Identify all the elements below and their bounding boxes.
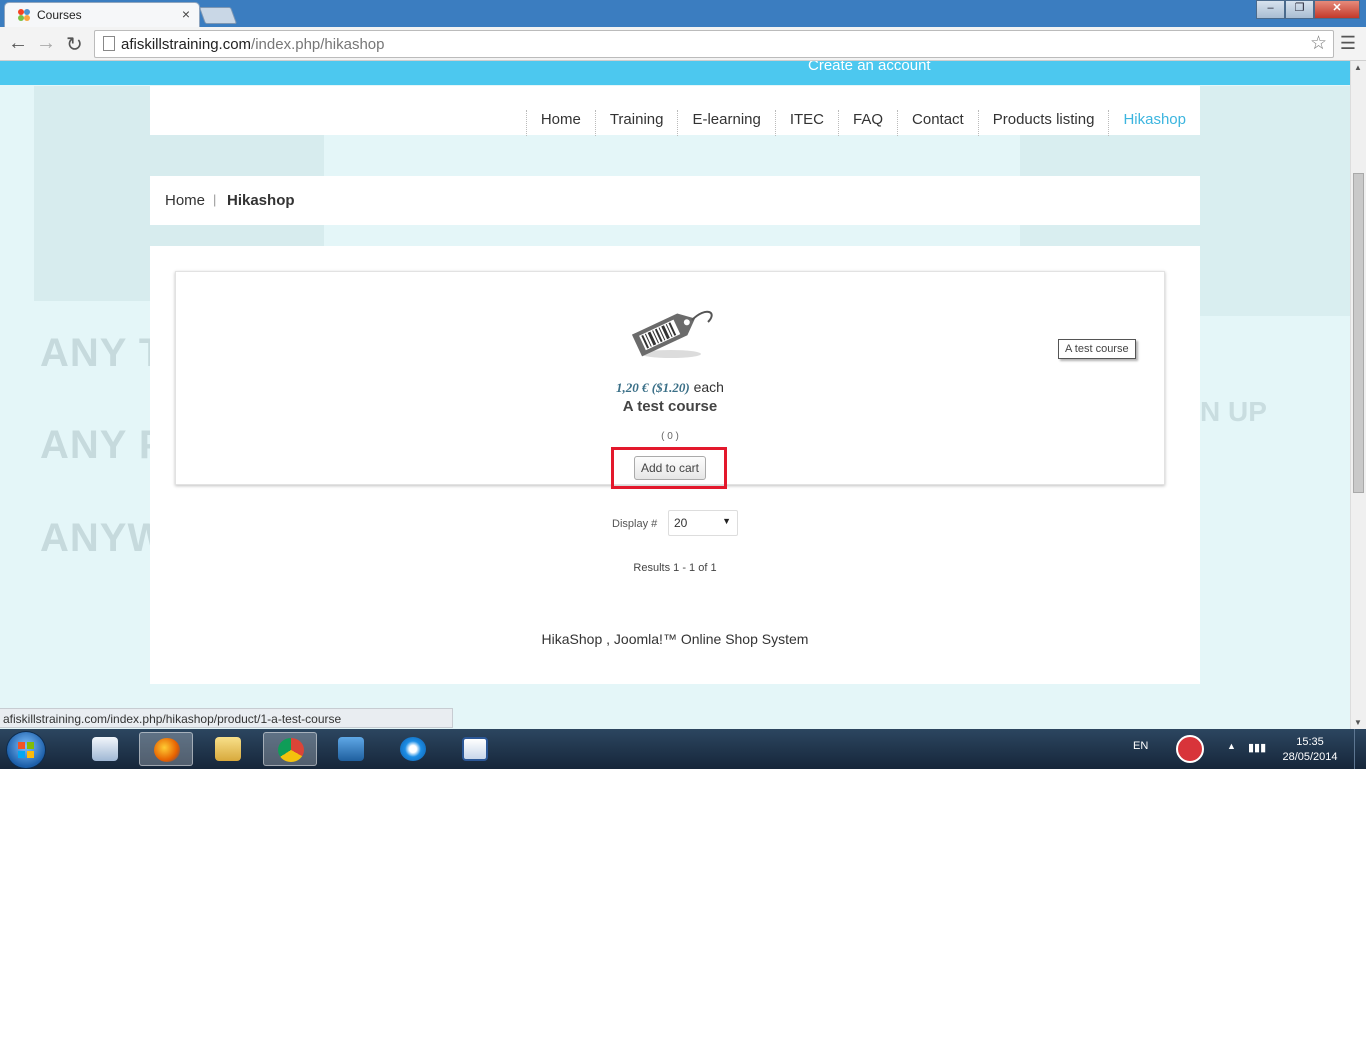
menu-item-contact[interactable]: Contact: [897, 110, 978, 136]
taskbar-app-firefox[interactable]: [139, 732, 193, 766]
tab-title: Courses: [37, 8, 82, 22]
show-desktop-button[interactable]: [1354, 729, 1366, 769]
url-text: afiskillstraining.com/index.php/hikashop: [121, 36, 384, 53]
taskbar-app-word[interactable]: [448, 732, 502, 766]
address-bar[interactable]: afiskillstraining.com/index.php/hikashop…: [94, 30, 1334, 58]
scroll-thumb[interactable]: [1353, 173, 1364, 493]
bookmark-star-icon[interactable]: ☆: [1310, 32, 1327, 55]
clock-time: 15:35: [1296, 736, 1324, 748]
background-text: ANYW: [40, 516, 167, 560]
browser-tab[interactable]: Courses ×: [4, 2, 200, 28]
clock[interactable]: 15:35 28/05/2014: [1280, 735, 1340, 765]
menu-item-itec[interactable]: ITEC: [774, 110, 838, 136]
vertical-scrollbar[interactable]: ▲ ▼: [1350, 61, 1366, 729]
taskbar-app-media[interactable]: [324, 732, 378, 766]
taskbar-app-ie[interactable]: [386, 732, 440, 766]
dropdown-arrow-icon: ▼: [722, 516, 731, 526]
network-signal-icon[interactable]: ▮▮▮: [1248, 741, 1266, 754]
search-explorer-icon: [92, 737, 118, 761]
price-value: 1,20 € ($1.20): [616, 380, 690, 395]
word-icon: [462, 737, 488, 761]
media-player-icon: [338, 737, 364, 761]
menu-list: Home Training E-learning ITEC FAQ Contac…: [525, 110, 1200, 136]
folder-icon: [215, 737, 241, 761]
top-strip: Create an account: [0, 61, 1350, 85]
product-tooltip-tag: A test course: [1058, 339, 1136, 359]
product-name-link[interactable]: A test course: [176, 398, 1164, 415]
chrome-icon: [278, 738, 304, 762]
display-count-value: 20: [674, 516, 688, 530]
back-arrow-icon[interactable]: ←: [8, 32, 28, 55]
tray-app-icon[interactable]: [1176, 735, 1204, 763]
page: ANY TI ANY PL ANYW N UP Create an accoun…: [0, 61, 1350, 729]
close-window-button[interactable]: ✕: [1314, 0, 1360, 19]
breadcrumb: Home | Hikashop: [150, 176, 1200, 225]
language-indicator[interactable]: EN: [1133, 740, 1148, 752]
start-button[interactable]: [6, 731, 46, 769]
display-count-select[interactable]: 20 ▼: [668, 510, 738, 536]
joomla-favicon-icon: [18, 9, 30, 21]
internet-explorer-icon: [400, 737, 426, 761]
main-nav: Home Training E-learning ITEC FAQ Contac…: [150, 86, 1200, 136]
menu-item-training[interactable]: Training: [594, 110, 678, 136]
product-price: 1,20 € ($1.20) each: [176, 379, 1164, 396]
results-count: Results 1 - 1 of 1: [633, 562, 717, 574]
firefox-icon: [154, 738, 180, 762]
window-controls: ‒ ❐ ✕: [1256, 0, 1360, 19]
price-tag-icon[interactable]: [626, 302, 716, 362]
url-path: /index.php/hikashop: [251, 36, 385, 53]
taskbar-app-search[interactable]: [78, 732, 132, 766]
clock-date: 28/05/2014: [1282, 751, 1338, 763]
price-suffix: each: [689, 379, 724, 395]
minimize-button[interactable]: ‒: [1256, 0, 1285, 19]
taskbar: EN ▲ ▮▮▮ 15:35 28/05/2014: [0, 729, 1366, 769]
display-label: Display #: [612, 518, 658, 530]
page-icon: [103, 36, 115, 51]
product-card: 1,20 € ($1.20) each A test course ( 0 ) …: [175, 271, 1165, 489]
product-rating: ( 0 ): [661, 431, 679, 442]
footer-text: HikaShop , Joomla!™ Online Shop System: [541, 631, 809, 647]
highlight-box: [611, 447, 727, 489]
screen: Courses × ‒ ❐ ✕ ← → ↻ afiskillstraining.…: [0, 0, 1366, 769]
status-bar: afiskillstraining.com/index.php/hikashop…: [0, 708, 453, 728]
show-hidden-icons-icon[interactable]: ▲: [1227, 741, 1236, 751]
menu-item-hikashop[interactable]: Hikashop: [1108, 110, 1200, 136]
breadcrumb-separator: |: [213, 192, 217, 207]
content-area: 1,20 € ($1.20) each A test course ( 0 ) …: [150, 246, 1200, 684]
new-tab-button[interactable]: [198, 7, 238, 24]
breadcrumb-home-link[interactable]: Home: [165, 192, 205, 209]
chrome-menu-icon[interactable]: ☰: [1340, 33, 1356, 54]
forward-arrow-icon[interactable]: →: [36, 32, 56, 55]
scroll-down-arrow-icon[interactable]: ▼: [1354, 718, 1362, 727]
menu-item-home[interactable]: Home: [525, 110, 595, 136]
windows-logo-icon: [18, 742, 34, 758]
menu-item-e-learning[interactable]: E-learning: [677, 110, 774, 136]
menu-item-faq[interactable]: FAQ: [838, 110, 897, 136]
browser-tab-strip: Courses × ‒ ❐ ✕: [0, 0, 1366, 28]
reload-icon[interactable]: ↻: [66, 32, 83, 57]
tab-close-icon[interactable]: ×: [182, 6, 190, 22]
breadcrumb-current: Hikashop: [227, 192, 295, 209]
taskbar-app-explorer[interactable]: [201, 732, 255, 766]
maximize-button[interactable]: ❐: [1285, 0, 1314, 19]
url-host: afiskillstraining.com: [121, 36, 252, 53]
create-account-link[interactable]: Create an account: [808, 61, 931, 74]
background-text-right: N UP: [1200, 396, 1267, 427]
browser-toolbar: ← → ↻ afiskillstraining.com/index.php/hi…: [0, 27, 1366, 61]
taskbar-app-chrome[interactable]: [263, 732, 317, 766]
scroll-up-arrow-icon[interactable]: ▲: [1354, 63, 1362, 72]
menu-item-products-listing[interactable]: Products listing: [977, 110, 1109, 136]
